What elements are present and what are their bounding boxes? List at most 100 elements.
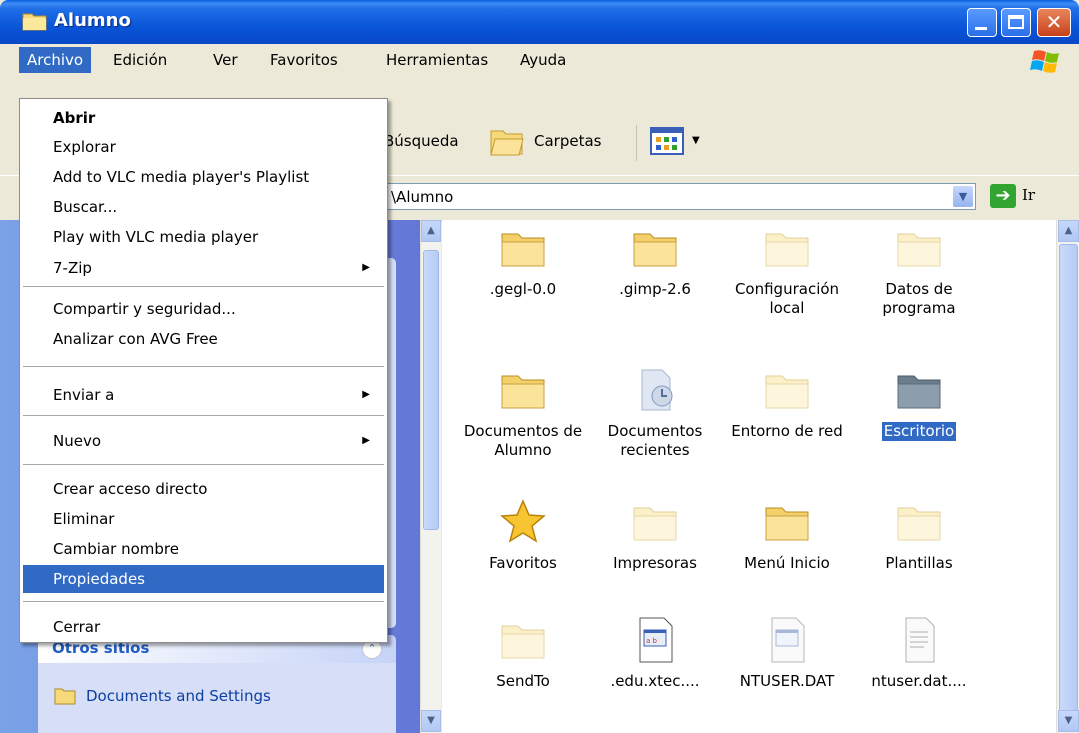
menu-favoritos[interactable]: Favoritos — [262, 47, 346, 73]
file-name: Plantillas — [885, 554, 953, 572]
menu-option[interactable]: Add to VLC media player's Playlist — [23, 163, 384, 191]
menu-option[interactable]: Cambiar nombre — [23, 535, 384, 563]
folder-icon — [22, 13, 47, 31]
menu-edicion[interactable]: Edición — [105, 47, 175, 73]
minimize-button[interactable] — [967, 8, 997, 37]
menu-option[interactable]: Nuevo ▶ — [23, 427, 384, 455]
menu-option-label: Nuevo — [53, 432, 102, 450]
documents-and-settings-link[interactable]: Documents and Settings — [86, 687, 271, 705]
file-name: Documentos recientes — [607, 422, 703, 459]
menu-option-label: Crear acceso directo — [53, 480, 208, 498]
menu-option[interactable]: Propiedades — [23, 565, 384, 593]
file-item[interactable]: Documentos de Alumno — [458, 366, 588, 460]
recent-docs-icon — [590, 366, 720, 414]
folder-icon — [722, 498, 852, 546]
desktop-folder-icon — [854, 366, 984, 414]
submenu-arrow-icon: ▶ — [362, 435, 370, 446]
menu-ver[interactable]: Ver — [205, 47, 246, 73]
close-icon: ✕ — [1045, 10, 1063, 34]
menu-option-label: Explorar — [53, 138, 116, 156]
svg-text:a b: a b — [646, 637, 658, 645]
menu-option[interactable]: Eliminar — [23, 505, 384, 533]
search-button[interactable]: Búsqueda — [384, 132, 459, 150]
folders-button[interactable]: Carpetas — [534, 132, 601, 150]
file-name: Configuración local — [734, 280, 840, 317]
folder-hidden-icon — [854, 498, 984, 546]
file-name: ntuser.dat.... — [871, 672, 967, 690]
file-item[interactable]: Favoritos — [458, 498, 588, 573]
go-button[interactable]: Ir — [1022, 186, 1035, 204]
file-name: SendTo — [496, 672, 550, 690]
windows-logo-icon — [1030, 50, 1059, 73]
dat-file-icon: a b — [590, 616, 720, 664]
file-item[interactable]: Impresoras — [590, 498, 720, 573]
file-item[interactable]: NTUSER.DAT — [722, 616, 852, 691]
menu-archivo[interactable]: Archivo — [19, 47, 92, 73]
file-name: Favoritos — [489, 554, 557, 572]
menu-option[interactable]: Compartir y seguridad... — [23, 295, 384, 323]
file-name: Impresoras — [613, 554, 697, 572]
menu-herramientas[interactable]: Herramientas — [378, 47, 496, 73]
file-item[interactable]: ntuser.dat.... — [854, 616, 984, 691]
scroll-down-icon[interactable]: ▼ — [421, 710, 441, 732]
file-item[interactable]: Plantillas — [854, 498, 984, 573]
file-item[interactable]: SendTo — [458, 616, 588, 691]
file-name: Datos de programa — [882, 280, 956, 317]
minimize-icon — [975, 27, 987, 30]
dat-file-hidden-icon — [722, 616, 852, 664]
menu-option[interactable]: Analizar con AVG Free — [23, 325, 384, 353]
menu-option-label: Analizar con AVG Free — [53, 330, 218, 348]
scroll-up-icon[interactable]: ▲ — [421, 220, 441, 242]
views-dropdown-icon[interactable]: ▼ — [692, 135, 700, 146]
scroll-down-icon[interactable]: ▼ — [1058, 710, 1079, 732]
scroll-thumb[interactable] — [1059, 244, 1078, 714]
menu-option-label: Compartir y seguridad... — [53, 300, 236, 318]
close-button[interactable]: ✕ — [1037, 8, 1071, 37]
file-name: Escritorio — [881, 422, 957, 441]
menu-option[interactable]: Play with VLC media player — [23, 223, 384, 251]
file-item[interactable]: Entorno de red — [722, 366, 852, 441]
menu-option-label: Play with VLC media player — [53, 228, 259, 246]
folder-icon — [590, 224, 720, 272]
file-item[interactable]: a b .edu.xtec.... — [590, 616, 720, 691]
menu-option[interactable]: 7-Zip ▶ — [23, 254, 384, 282]
folder-icon — [458, 224, 588, 272]
address-value: \Alumno — [391, 188, 454, 206]
submenu-arrow-icon: ▶ — [362, 262, 370, 273]
file-name: .gimp-2.6 — [619, 280, 691, 298]
submenu-arrow-icon: ▶ — [362, 389, 370, 400]
file-item[interactable]: Menú Inicio — [722, 498, 852, 573]
views-icon[interactable] — [648, 123, 686, 159]
title-bar[interactable]: Alumno ✕ — [0, 0, 1079, 44]
go-arrow-icon[interactable]: ➔ — [990, 184, 1016, 208]
file-name: Documentos de Alumno — [463, 422, 583, 459]
folder-icon — [54, 688, 76, 705]
menu-option[interactable]: Explorar — [23, 133, 384, 161]
menu-option-label: 7-Zip — [53, 259, 92, 277]
file-name: Menú Inicio — [744, 554, 830, 572]
scroll-thumb[interactable] — [423, 250, 439, 530]
task-pane-scrollbar[interactable]: ▲ ▼ — [420, 220, 441, 733]
file-name: NTUSER.DAT — [739, 672, 835, 690]
menu-option-label: Propiedades — [53, 570, 145, 588]
file-item[interactable]: Datos de programa — [854, 224, 984, 318]
file-item[interactable]: .gimp-2.6 — [590, 224, 720, 299]
file-item[interactable]: Escritorio — [854, 366, 984, 441]
menu-option[interactable]: Buscar... — [23, 193, 384, 221]
menu-option[interactable]: Enviar a ▶ — [23, 381, 384, 409]
menu-option[interactable]: Crear acceso directo — [23, 475, 384, 503]
file-item[interactable]: Documentos recientes — [590, 366, 720, 460]
scroll-up-icon[interactable]: ▲ — [1058, 220, 1079, 242]
maximize-icon — [1008, 15, 1024, 29]
content-scrollbar[interactable]: ▲ ▼ — [1056, 220, 1079, 733]
chevron-down-icon[interactable]: ▼ — [953, 186, 973, 207]
file-item[interactable]: .gegl-0.0 — [458, 224, 588, 299]
address-input[interactable]: \Alumno ▼ — [384, 183, 976, 210]
menu-option[interactable]: Cerrar — [23, 613, 384, 641]
maximize-button[interactable] — [1001, 8, 1031, 37]
menu-option[interactable]: Abrir — [23, 104, 384, 132]
window-title: Alumno — [54, 10, 131, 31]
menu-separator — [23, 286, 384, 287]
menu-ayuda[interactable]: Ayuda — [512, 47, 574, 73]
file-item[interactable]: Configuración local — [722, 224, 852, 318]
